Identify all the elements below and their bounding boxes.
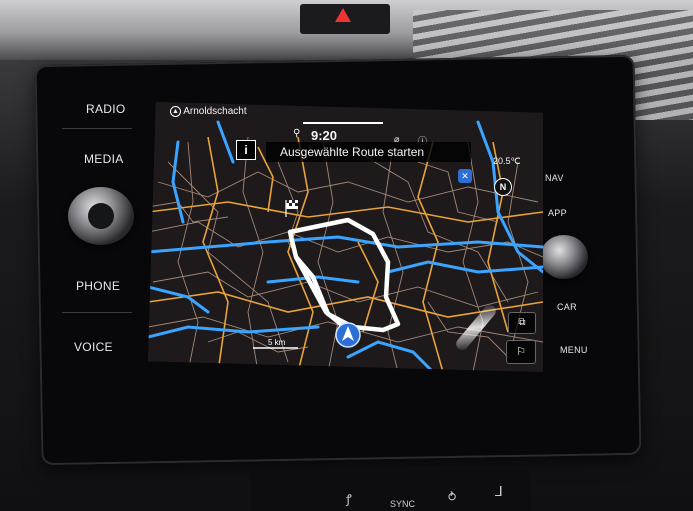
compass-button[interactable]: N [494,178,512,196]
app-button[interactable]: APP [548,208,567,218]
media-button[interactable]: MEDIA [84,152,124,166]
route-banner-button[interactable]: Ausgewählte Route starten [266,142,471,162]
nav-button[interactable]: NAV [545,173,564,183]
compass-icon: N [499,182,507,192]
tune-scroll-knob[interactable] [540,235,588,279]
outside-temperature: 20.5℃ [493,156,521,166]
navigation-screen[interactable]: 5 km ▲ Arnoldschacht 9:20 ⚲ ⌀ ⓘ i Ausgew… [148,102,543,372]
location-icon: ▲ [170,106,181,117]
car-dashboard-photo: RADIO MEDIA PHONE VOICE NAV APP CAR MENU [0,0,693,511]
info-button[interactable]: i [236,140,256,160]
power-icon [88,203,114,229]
user-icon: ⚲ [293,128,301,139]
phone-button[interactable]: PHONE [76,279,120,293]
button-divider [62,312,132,313]
map-view-button[interactable]: ⧉ [508,312,536,334]
scale-label: 5 km [268,338,286,347]
button-divider [62,128,132,129]
poi-icon: ⚐ [516,346,526,358]
location-name: Arnoldschacht [183,106,247,118]
hazard-icon [335,8,351,22]
close-route-button[interactable]: ✕ [458,169,472,183]
voice-button[interactable]: VOICE [74,340,113,354]
info-icon: i [244,143,248,157]
close-icon: ✕ [461,171,469,181]
car-button[interactable]: CAR [557,302,577,312]
route-banner-text: Ausgewählte Route starten [280,145,425,159]
clock: 9:20 [311,128,338,143]
menu-button[interactable]: MENU [560,345,588,355]
vehicle-position-icon [335,322,361,348]
location-label: ▲ Arnoldschacht [170,106,247,117]
poi-search-button[interactable]: ⚐ [506,340,536,364]
recirculation-icon[interactable]: ⥁ [448,490,456,504]
radio-button[interactable]: RADIO [86,102,126,116]
seat-heat-icon[interactable]: ꝭ [346,490,352,507]
status-underline [303,122,383,124]
seat-icon[interactable]: ⅃ [495,483,503,500]
map-layers-icon: ⧉ [518,317,526,328]
sync-button[interactable]: SYNC [390,499,415,509]
